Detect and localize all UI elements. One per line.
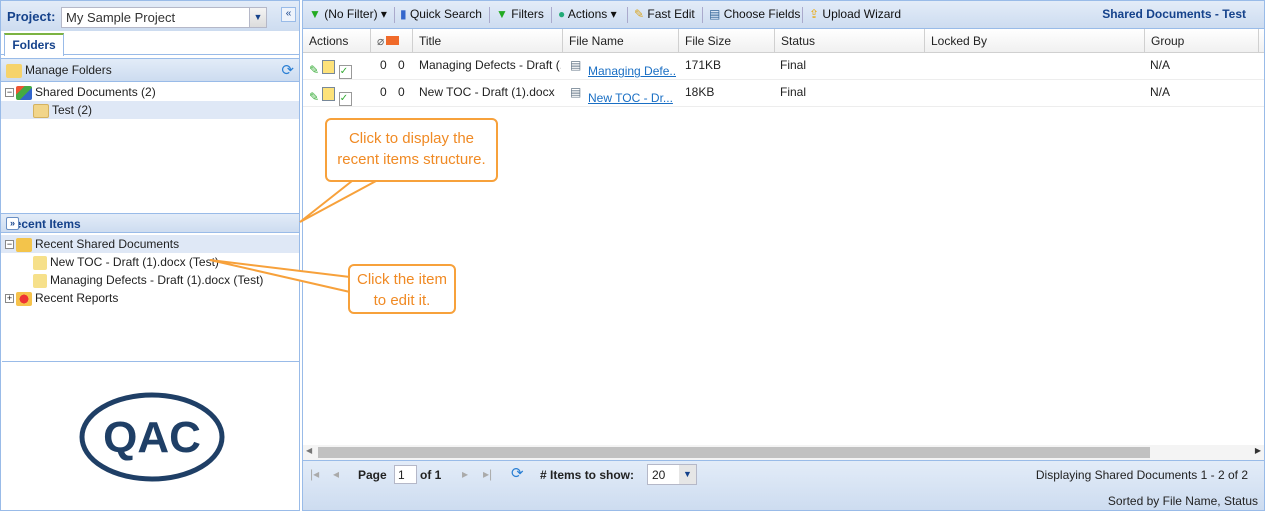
callout-edit-item: Click the item to edit it. bbox=[348, 264, 456, 314]
callout-pointers bbox=[209, 180, 377, 293]
callout-pointer bbox=[209, 259, 351, 293]
callout-recent-items: Click to display the recent items struct… bbox=[325, 118, 498, 182]
callout-pointer bbox=[299, 180, 377, 223]
